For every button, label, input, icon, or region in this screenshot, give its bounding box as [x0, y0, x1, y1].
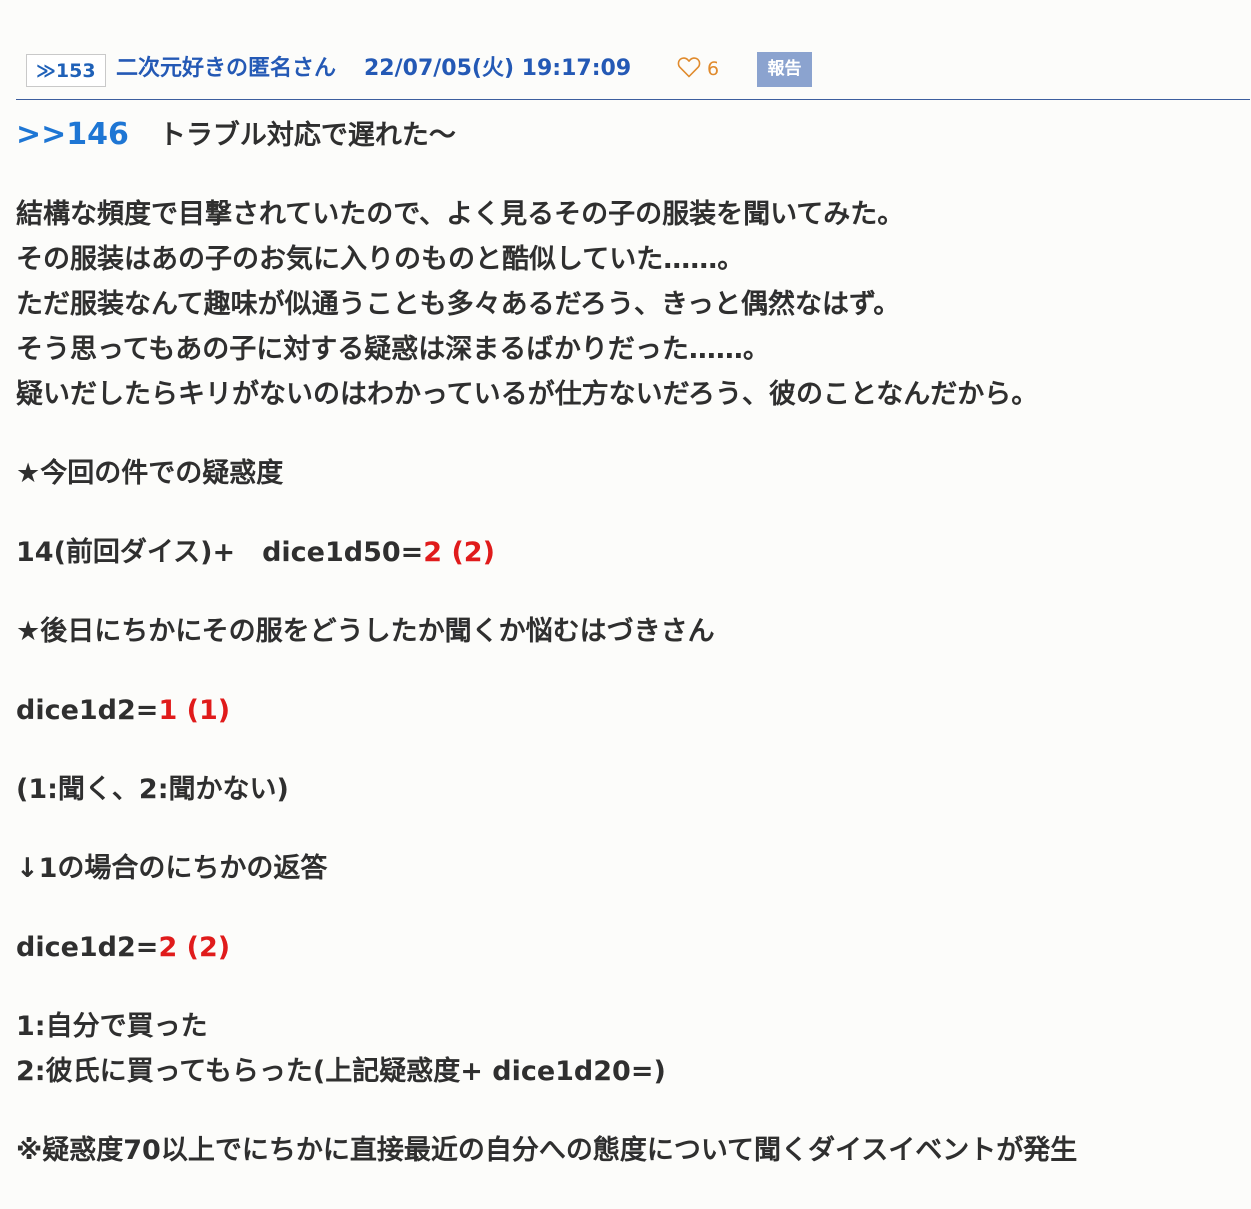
res-number-button[interactable]: ≫153	[26, 54, 106, 87]
event-note: ※疑惑度70以上でにちかに直接最近の自分への態度について聞くダイスイベントが発生	[16, 1135, 1078, 1166]
heart-icon	[677, 57, 701, 78]
dice-expression: dice1d2=	[16, 695, 159, 726]
answer-option: 1:自分で買った	[16, 1011, 208, 1042]
post: ≫153 二次元好きの匿名さん 22/07/05(火) 19:17:09 6 報…	[0, 0, 1251, 1209]
dice-result: 2 (2)	[158, 932, 231, 963]
dice-result: 1 (1)	[158, 695, 231, 726]
like-button[interactable]: 6	[677, 56, 719, 82]
reply-anchor-link[interactable]: >>146	[16, 117, 129, 152]
anchor-line: >>146 トラブル対応で遅れた〜	[16, 112, 1236, 158]
like-count: 6	[707, 58, 720, 80]
paragraph-line: そう思ってもあの子に対する疑惑は深まるばかりだった……。	[16, 334, 770, 365]
paragraph-line: その服装はあの子のお気に入りのものと酷似していた……。	[16, 244, 745, 275]
post-timestamp: 22/07/05(火) 19:17:09	[364, 56, 632, 81]
paragraph-line: 結構な頻度で目撃されていたので、よく見るその子の服装を聞いてみた。	[16, 199, 905, 230]
section-title-suspicion: ★今回の件での疑惑度	[16, 458, 284, 489]
answer-option: 2:彼氏に買ってもらった(上記疑惑度+ dice1d20=)	[16, 1056, 666, 1087]
answer-options: 1:自分で買った 2:彼氏に買ってもらった(上記疑惑度+ dice1d20=)	[16, 1004, 1236, 1094]
section-title-answer: ↓1の場合のにちかの返答	[16, 853, 328, 884]
post-body: >>146 トラブル対応で遅れた〜 結構な頻度で目撃されていたので、よく見るその子…	[16, 112, 1236, 1173]
ask-options: (1:聞く、2:聞かない)	[16, 774, 289, 805]
dice-roll-suspicion: 14(前回ダイス)+ dice1d50=2 (2)	[16, 530, 1236, 575]
post-header: ≫153 二次元好きの匿名さん 22/07/05(火) 19:17:09 6 報…	[16, 52, 1250, 100]
anchor-text: トラブル対応で遅れた〜	[158, 120, 456, 151]
dice-roll-ask: dice1d2=1 (1)	[16, 688, 1236, 733]
dice-expression: 14(前回ダイス)+ dice1d50=	[16, 537, 424, 568]
paragraph-1: 結構な頻度で目撃されていたので、よく見るその子の服装を聞いてみた。 その服装はあ…	[16, 192, 1236, 417]
dice-result: 2 (2)	[423, 537, 495, 568]
dice-roll-answer: dice1d2=2 (2)	[16, 925, 1236, 970]
section-title-ask: ★後日にちかにその服をどうしたか聞くか悩むはづきさん	[16, 616, 715, 647]
paragraph-line: 疑いだしたらキリがないのはわかっているが仕方ないだろう、彼のことなんだから。	[16, 379, 1039, 410]
dice-expression: dice1d2=	[16, 932, 159, 963]
paragraph-line: ただ服装なんて趣味が似通うことも多々あるだろう、きっと偶然なはず。	[16, 289, 901, 320]
report-button[interactable]: 報告	[757, 52, 812, 87]
author-name: 二次元好きの匿名さん	[116, 56, 337, 81]
